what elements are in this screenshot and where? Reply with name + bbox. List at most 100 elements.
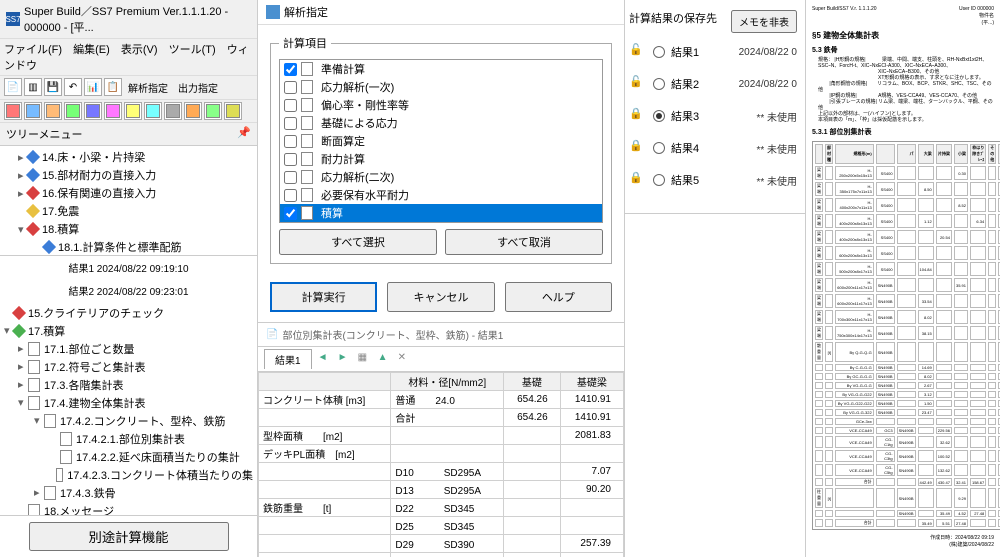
tree-item[interactable]: ▸17.2.符号ごと集計表 — [0, 358, 257, 376]
result-tab-1[interactable]: 結果1 — [264, 349, 312, 369]
tree-item[interactable]: 17.4.2.3.コンクリート体積当たりの集 — [0, 466, 257, 484]
save-row[interactable]: 🔒結果3** 未使用 — [629, 107, 797, 125]
result-table[interactable]: 材料・径[N/mm2]基礎基礎梁コンクリート体積 [m3]普通 24.0654.… — [258, 372, 624, 557]
tb-sq4[interactable] — [64, 102, 82, 120]
tree-item[interactable]: ▾18.積算 — [0, 220, 257, 238]
tb-sq10[interactable] — [184, 102, 202, 120]
tree-pin-icon[interactable]: 📌 — [237, 126, 251, 142]
calc-icon — [301, 134, 313, 148]
prev-icon[interactable]: ◄ — [318, 352, 332, 366]
deselect-all-button[interactable]: すべて取消 — [445, 229, 603, 255]
tree-item[interactable]: ▸14.床・小梁・片持梁 — [0, 148, 257, 166]
tb-sq6[interactable] — [104, 102, 122, 120]
tb-sq3[interactable] — [44, 102, 62, 120]
tree-item[interactable]: ▾17.積算 — [0, 322, 257, 340]
save-row[interactable]: 🔒結果5** 未使用 — [629, 171, 797, 189]
save-row[interactable]: 🔓結果22024/08/22 0 — [629, 75, 797, 93]
tree-item[interactable]: ▸17.4.3.鉄骨 — [0, 484, 257, 502]
tree-item[interactable]: ▸17.1.部位ごと数量 — [0, 340, 257, 358]
doc-icon — [28, 396, 40, 410]
calc-items-list[interactable]: 準備計算応力解析(一次)偏心率・剛性率等基礎による応力断面算定耐力計算応力解析(… — [279, 59, 603, 223]
tb-sq5[interactable] — [84, 102, 102, 120]
lock-icon[interactable]: 🔓 — [629, 75, 647, 93]
tb-new-icon[interactable]: 📄 — [4, 78, 22, 96]
radio[interactable] — [653, 46, 665, 58]
tb-multi-icon[interactable]: ▥ — [24, 78, 42, 96]
tree-item[interactable]: ▾17.4.2.コンクリート、型枠、鉄筋 — [0, 412, 257, 430]
radio[interactable] — [653, 174, 665, 186]
radio[interactable] — [653, 142, 665, 154]
checkbox[interactable] — [284, 153, 297, 166]
next-icon[interactable]: ► — [338, 352, 352, 366]
tb-save-icon[interactable]: 💾 — [44, 78, 62, 96]
tree-output[interactable]: 15.クライテリアのチェック▾17.積算▸17.1.部位ごと数量▸17.2.符号… — [0, 302, 257, 515]
tb-analysis-icon[interactable]: 📊 — [84, 78, 102, 96]
menu-view[interactable]: 表示(V) — [121, 44, 158, 56]
run-calc-button[interactable]: 計算実行 — [270, 282, 377, 312]
preview-table: 部材種規格形(m)パ大梁片持梁 小梁枠はり除きﾌﾞﾚｰｽその他合計梁端H-250… — [812, 141, 1000, 530]
menu-file[interactable]: ファイル(F) — [4, 44, 62, 56]
tree-item[interactable]: ▸17.3.各階集計表 — [0, 376, 257, 394]
tree-item[interactable]: 17.免震 — [0, 202, 257, 220]
checkbox[interactable] — [284, 63, 297, 76]
check-item[interactable]: 断面算定 — [280, 132, 602, 150]
calc-icon — [301, 62, 313, 76]
lock-icon[interactable]: 🔒 — [629, 139, 647, 157]
save-row[interactable]: 🔓結果12024/08/22 0 — [629, 43, 797, 61]
up-icon[interactable]: ▲ — [378, 352, 392, 366]
checkbox[interactable] — [284, 171, 297, 184]
tree-item[interactable]: 18.1.計算条件と標準配筋 — [0, 238, 257, 255]
checkbox[interactable] — [284, 135, 297, 148]
result-info-2[interactable]: 結果2 2024/08/22 09:23:01 — [0, 279, 257, 302]
checkbox[interactable] — [284, 117, 297, 130]
memo-toggle-button[interactable]: メモを非表 — [731, 10, 797, 33]
check-item[interactable]: 応力解析(一次) — [280, 78, 602, 96]
tb-sq1[interactable] — [4, 102, 22, 120]
save-row[interactable]: 🔒結果4** 未使用 — [629, 139, 797, 157]
tb-sq2[interactable] — [24, 102, 42, 120]
check-item[interactable]: 準備計算 — [280, 60, 602, 78]
tb-undo-icon[interactable]: ↶ — [64, 78, 82, 96]
radio[interactable] — [653, 110, 665, 122]
tb-output-label[interactable]: 出力指定 — [174, 78, 222, 97]
tree-item[interactable]: ▸16.保有関連の直接入力 — [0, 184, 257, 202]
lock-icon[interactable]: 🔓 — [629, 43, 647, 61]
check-item[interactable]: 必要保有水平耐力 — [280, 186, 602, 204]
check-item[interactable]: 偏心率・剛性率等 — [280, 96, 602, 114]
checkbox[interactable] — [284, 189, 297, 202]
tree-item[interactable]: 18.メッセージ — [0, 502, 257, 515]
select-all-button[interactable]: すべて選択 — [279, 229, 437, 255]
tb-result-icon[interactable]: 📋 — [104, 78, 122, 96]
doc-icon — [56, 468, 64, 482]
tree-input[interactable]: ▸14.床・小梁・片持梁▸15.部材耐力の直接入力▸16.保有関連の直接入力17… — [0, 146, 257, 255]
tb-sq8[interactable] — [144, 102, 162, 120]
help-button[interactable]: ヘルプ — [505, 282, 612, 312]
tb-sqB[interactable] — [224, 102, 242, 120]
result-info-1[interactable]: 結果1 2024/08/22 09:19:10 — [0, 255, 257, 279]
tree-item[interactable]: 15.クライテリアのチェック — [0, 304, 257, 322]
cancel-button[interactable]: キャンセル — [387, 282, 494, 312]
check-item[interactable]: 応力解析(二次) — [280, 168, 602, 186]
checkbox[interactable] — [284, 207, 297, 220]
cross-icon[interactable]: ✕ — [398, 352, 412, 366]
lock-icon[interactable]: 🔒 — [629, 171, 647, 189]
tb-analysis-label[interactable]: 解析指定 — [124, 78, 172, 97]
tb-sqA[interactable] — [204, 102, 222, 120]
check-item[interactable]: 基礎による応力 — [280, 114, 602, 132]
menu-tool[interactable]: ツール(T) — [169, 44, 216, 56]
tree-item[interactable]: 17.4.2.1.部位別集計表 — [0, 430, 257, 448]
tb-sq9[interactable] — [164, 102, 182, 120]
checkbox[interactable] — [284, 81, 297, 94]
tree-item[interactable]: 17.4.2.2.延べ床面積当たりの集計 — [0, 448, 257, 466]
tree-item[interactable]: ▾17.4.建物全体集計表 — [0, 394, 257, 412]
extra-calc-button[interactable]: 別途計算機能 — [29, 522, 229, 551]
tb-sq7[interactable] — [124, 102, 142, 120]
checkbox[interactable] — [284, 99, 297, 112]
radio[interactable] — [653, 78, 665, 90]
check-item[interactable]: 積算 — [280, 204, 602, 222]
check-item[interactable]: 耐力計算 — [280, 150, 602, 168]
table-icon[interactable]: ▦ — [358, 352, 372, 366]
menu-edit[interactable]: 編集(E) — [73, 44, 110, 56]
tree-item[interactable]: ▸15.部材耐力の直接入力 — [0, 166, 257, 184]
lock-icon[interactable]: 🔒 — [629, 107, 647, 125]
